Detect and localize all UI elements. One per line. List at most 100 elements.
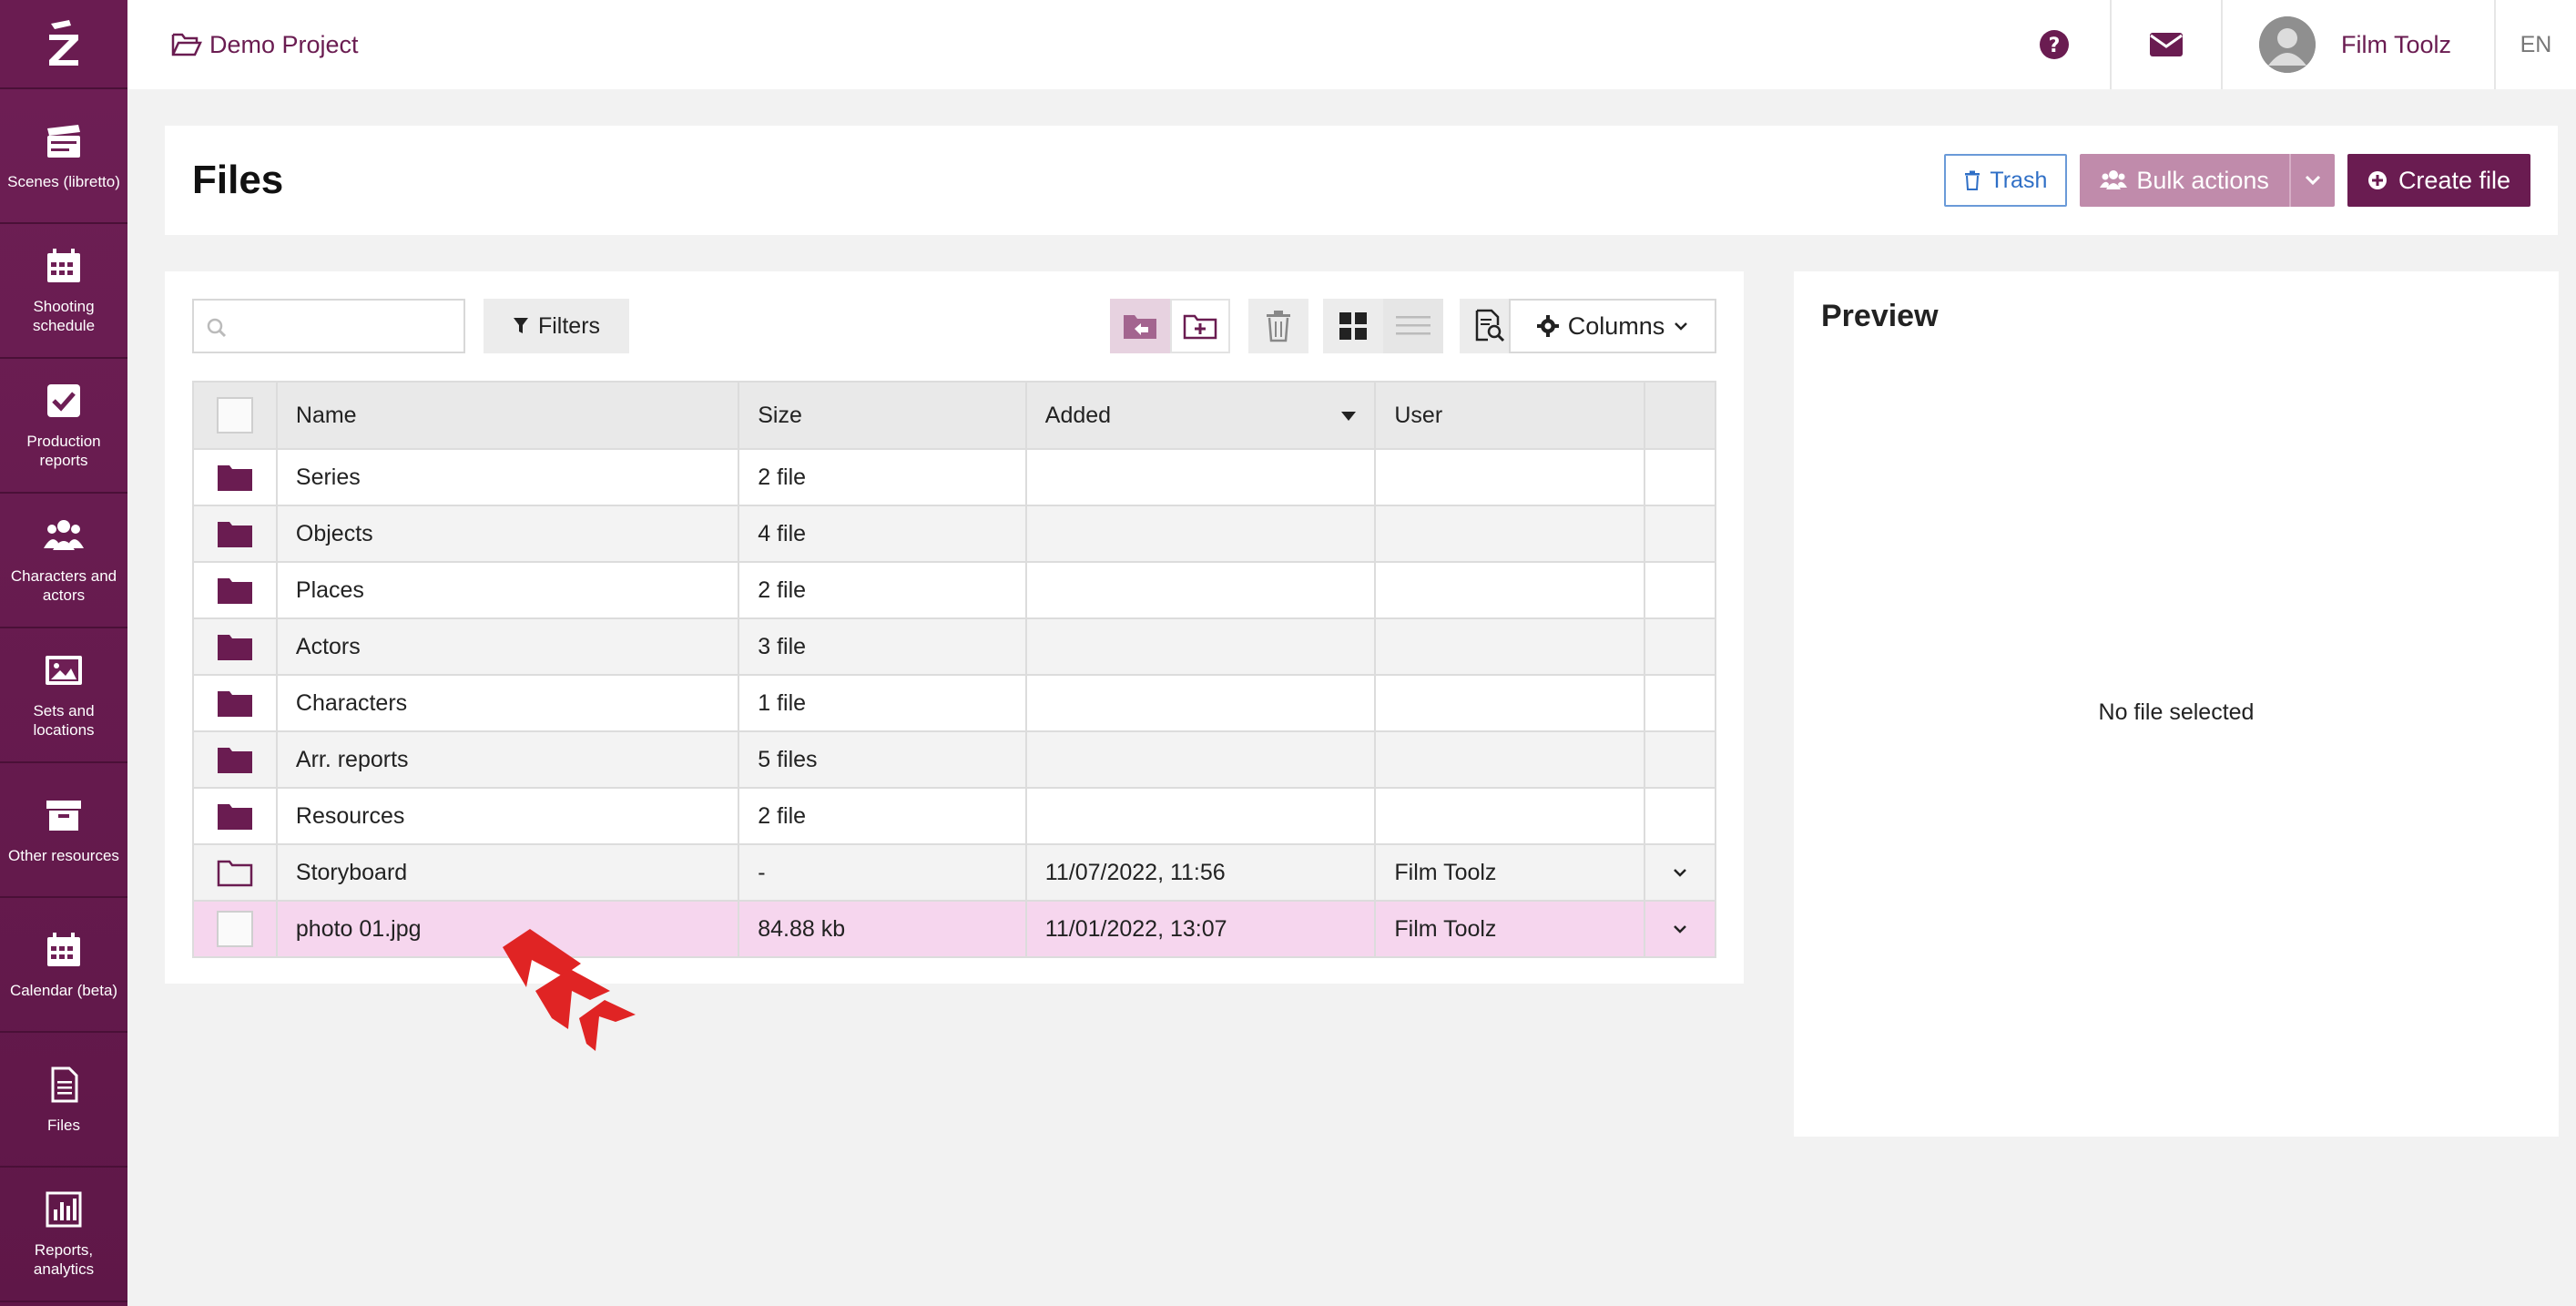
folder-icon [217,522,252,547]
sidebar-item-scenes[interactable]: Scenes (libretto) [0,89,127,224]
sidebar-item-calendar[interactable]: Calendar (beta) [0,898,127,1033]
language-selector[interactable]: EN [2494,0,2576,89]
trash-icon [1965,170,1980,190]
grid-icon [1339,312,1367,340]
table-row[interactable]: Series 2 file [192,448,1717,506]
row-actions [1643,730,1717,789]
trash-button[interactable]: Trash [1944,154,2068,207]
create-file-label: Create file [2398,166,2510,194]
sidebar: Scenes (libretto) Shooting schedule Prod… [0,0,127,1306]
filters-button[interactable]: Filters [484,299,629,353]
table-row[interactable]: Actors 3 file [192,617,1717,676]
column-header-size[interactable]: Size [738,381,1027,450]
chevron-down-icon [1674,869,1686,877]
files-table: Name Size Added User Series 2 file Objec… [192,381,1717,958]
user-menu[interactable]: Film Toolz [2221,0,2494,89]
messages-button[interactable] [2110,0,2221,89]
table-row[interactable]: Objects 4 file [192,505,1717,563]
folder-open-icon [171,33,202,56]
select-all-checkbox[interactable] [216,397,253,434]
chevron-down-icon [1675,322,1688,331]
sidebar-item-label: Reports, analytics [33,1241,95,1278]
help-button[interactable]: ? [1999,0,2110,89]
preview-empty-message: No file selected [2098,699,2255,725]
grid-view-button[interactable] [1323,299,1383,353]
column-header-user[interactable]: User [1374,381,1645,450]
table-row[interactable]: Arr. reports 5 files [192,730,1717,789]
folder-icon [217,804,252,830]
search-input[interactable] [192,299,465,353]
bulk-actions-label: Bulk actions [2136,166,2269,194]
table-row[interactable]: Characters 1 file [192,674,1717,732]
page-title: Files [192,158,284,202]
new-folder-button[interactable] [1170,299,1230,353]
column-header-name[interactable]: Name [275,381,740,450]
row-size: 4 file [738,505,1027,563]
row-added [1024,448,1377,506]
columns-button[interactable]: Columns [1509,299,1716,353]
folder-outline-icon [217,860,253,887]
row-icon-cell [192,617,278,676]
app-logo[interactable] [0,0,127,89]
file-icon [51,1066,78,1102]
sidebar-item-label: Characters and actors [10,567,117,604]
row-user [1374,787,1645,845]
row-user: Film Toolz [1374,843,1645,902]
sidebar-item-sets-locations[interactable]: Sets and locations [0,628,127,763]
sidebar-item-reports[interactable]: Reports, analytics [0,1168,127,1302]
row-user [1374,674,1645,732]
row-actions-cell[interactable] [1643,843,1717,902]
row-added [1024,787,1377,845]
column-header-label: User [1394,402,1443,428]
pointer-arrow-icon [503,929,636,1051]
row-size: 84.88 kb [738,900,1027,958]
row-user: Film Toolz [1374,900,1645,958]
sidebar-item-characters[interactable]: Characters and actors [0,494,127,628]
row-user [1374,448,1645,506]
list-view-button[interactable] [1383,299,1443,353]
table-row-selected[interactable]: photo 01.jpg 84.88 kb 11/01/2022, 13:07 … [192,900,1717,958]
search-icon [207,318,227,338]
row-added [1024,730,1377,789]
image-icon [46,656,82,685]
table-row[interactable]: Places 2 file [192,561,1717,619]
row-icon-cell [192,448,278,506]
column-header-added[interactable]: Added [1024,381,1377,450]
page-header: Files Trash Bulk actions Create file [165,126,2558,235]
folder-icon [217,691,252,717]
row-user [1374,617,1645,676]
create-file-button[interactable]: Create file [2347,154,2530,207]
sidebar-item-files[interactable]: Files [0,1033,127,1168]
bulk-actions-button[interactable]: Bulk actions [2080,154,2335,207]
question-circle-icon: ? [2040,30,2069,59]
row-user [1374,730,1645,789]
row-user [1374,505,1645,563]
avatar [2259,16,2316,73]
row-actions [1643,561,1717,619]
row-icon-cell [192,730,278,789]
move-up-folder-button[interactable] [1110,299,1170,353]
row-actions-cell[interactable] [1643,900,1717,958]
table-row[interactable]: Resources 2 file [192,787,1717,845]
envelope-icon [2150,33,2183,56]
row-added [1024,505,1377,563]
table-row[interactable]: Storyboard - 11/07/2022, 11:56 Film Tool… [192,843,1717,902]
sidebar-item-label: Calendar (beta) [9,981,118,999]
sidebar-item-other-resources[interactable]: Other resources [0,763,127,898]
row-name: Objects [275,505,740,563]
project-selector[interactable]: Demo Project [171,31,359,59]
archive-icon [46,800,81,831]
row-checkbox[interactable] [216,911,253,947]
bulk-actions-dropdown[interactable] [2288,154,2335,207]
users-icon [44,520,84,550]
row-icon-cell [192,505,278,563]
row-icon-cell [192,561,278,619]
delete-button[interactable] [1248,299,1308,353]
sidebar-item-production-reports[interactable]: Production reports [0,359,127,494]
sidebar-item-shooting-schedule[interactable]: Shooting schedule [0,224,127,359]
row-size: 2 file [738,787,1027,845]
users-icon [2100,170,2128,189]
row-icon-cell [192,900,278,958]
gear-icon [1536,315,1559,337]
files-toolbar: Filters Columns [192,299,1716,353]
